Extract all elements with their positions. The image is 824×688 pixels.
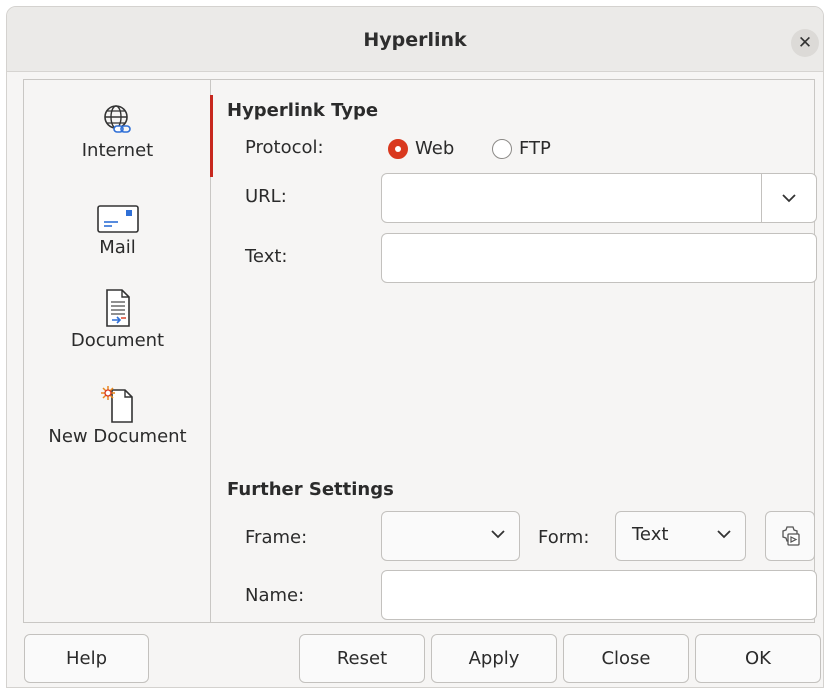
sidebar-item-label: Document <box>70 330 165 351</box>
close-icon: ✕ <box>797 32 813 53</box>
new-document-icon <box>100 386 133 423</box>
sidebar-item-new-document[interactable]: New Document <box>24 384 211 447</box>
further-settings-heading: Further Settings <box>227 479 394 500</box>
radio-web-label: Web <box>415 138 455 159</box>
frame-label: Frame: <box>245 527 308 548</box>
protocol-label: Protocol: <box>245 137 324 158</box>
form-dropdown[interactable]: Text <box>615 511 746 561</box>
hyperlink-settings-panel: Hyperlink Type Protocol: Web FTP URL: Te… <box>212 80 817 622</box>
radio-unselected-icon <box>492 138 512 159</box>
name-label: Name: <box>245 585 305 606</box>
sidebar-item-document[interactable]: Document <box>24 288 211 351</box>
close-button[interactable]: Close <box>563 634 689 683</box>
text-label: Text: <box>245 246 288 267</box>
document-icon <box>105 289 130 327</box>
help-button[interactable]: Help <box>24 634 149 683</box>
sidebar-item-internet[interactable]: Internet <box>24 102 211 161</box>
close-dialog-button[interactable]: ✕ <box>791 29 819 57</box>
radio-selected-icon <box>388 138 408 159</box>
form-label: Form: <box>538 527 590 548</box>
envelope-icon <box>96 205 139 233</box>
ok-button[interactable]: OK <box>695 634 821 683</box>
dialog-title: Hyperlink <box>363 29 467 51</box>
sidebar-item-mail[interactable]: Mail <box>24 203 211 258</box>
dialog-body: Internet Mail Document New Document Hype… <box>23 79 817 623</box>
chevron-down-icon <box>782 193 796 202</box>
reset-button[interactable]: Reset <box>299 634 425 683</box>
macro-events-icon <box>782 526 800 546</box>
sidebar-item-label: Internet <box>81 140 154 161</box>
sidebar-item-label: New Document <box>48 426 187 447</box>
chevron-down-icon <box>491 530 505 539</box>
chevron-down-icon <box>717 530 731 539</box>
hyperlink-dialog: Hyperlink ✕ Internet Mail Document New D… <box>6 6 824 688</box>
events-button[interactable] <box>765 511 815 561</box>
url-combobox[interactable] <box>381 173 817 223</box>
form-value: Text <box>632 524 669 545</box>
url-dropdown-button[interactable] <box>761 174 816 222</box>
frame-dropdown[interactable] <box>381 511 520 561</box>
apply-button[interactable]: Apply <box>431 634 557 683</box>
hyperlink-type-heading: Hyperlink Type <box>227 100 379 121</box>
url-label: URL: <box>245 186 287 207</box>
protocol-ftp-radio[interactable]: FTP <box>492 138 551 159</box>
sidebar-item-label: Mail <box>99 237 136 258</box>
title-bar: Hyperlink ✕ <box>7 7 823 72</box>
sidebar: Internet Mail Document New Document <box>24 80 211 622</box>
name-input[interactable] <box>381 570 817 620</box>
text-input[interactable] <box>381 233 817 283</box>
globe-link-icon <box>103 105 131 133</box>
radio-ftp-label: FTP <box>519 138 551 159</box>
protocol-web-radio[interactable]: Web <box>388 138 454 159</box>
